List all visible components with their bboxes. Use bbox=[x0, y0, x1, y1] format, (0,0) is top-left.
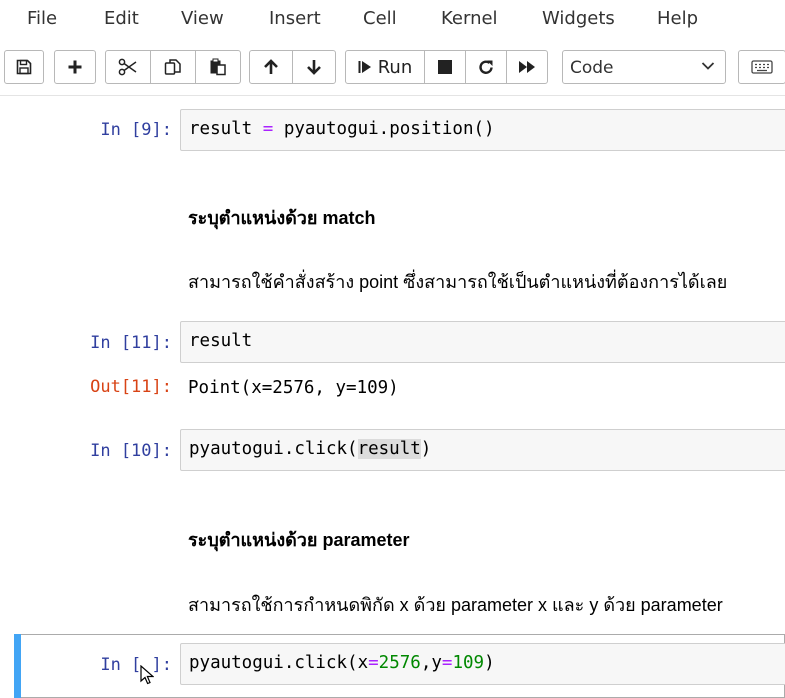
code-highlight: result bbox=[357, 439, 421, 459]
paste-icon bbox=[210, 58, 226, 76]
save-group bbox=[4, 50, 44, 84]
code-token: pyautogui.position() bbox=[273, 119, 495, 139]
menu-file[interactable]: File bbox=[27, 8, 57, 29]
edit-group bbox=[105, 50, 241, 84]
cell-type-value: Code bbox=[570, 58, 614, 78]
cell-4-input[interactable]: pyautogui.click(x=2576,y=109) bbox=[180, 643, 785, 685]
code-token: pyautogui.click(x bbox=[189, 653, 369, 673]
code-operator: = bbox=[262, 119, 274, 139]
command-palette-button[interactable] bbox=[738, 50, 785, 84]
menu-bar: File Edit View Insert Cell Kernel Widget… bbox=[0, 0, 785, 38]
cell-1-input[interactable]: result = pyautogui.position() bbox=[180, 109, 785, 151]
menu-view[interactable]: View bbox=[181, 8, 224, 29]
save-button[interactable] bbox=[4, 50, 44, 84]
menu-kernel[interactable]: Kernel bbox=[441, 8, 498, 29]
cut-icon bbox=[118, 58, 137, 76]
code-operator: = bbox=[368, 653, 379, 673]
cell-2-code: result bbox=[189, 331, 253, 351]
markdown-heading: ระบุตำแหน่งด้วย match bbox=[188, 208, 376, 228]
move-group bbox=[249, 50, 336, 84]
paste-button[interactable] bbox=[195, 50, 241, 84]
code-number: 109 bbox=[452, 653, 485, 673]
insert-cell-button[interactable] bbox=[54, 50, 96, 84]
selected-cell-indicator bbox=[14, 634, 21, 698]
stop-icon bbox=[438, 60, 452, 74]
run-group: Run bbox=[345, 50, 548, 84]
cell-3-input[interactable]: pyautogui.click(result) bbox=[180, 429, 785, 471]
cell-3-code: pyautogui.click(result) bbox=[189, 439, 431, 459]
cell-1-code: result = pyautogui.position() bbox=[189, 119, 495, 139]
save-icon bbox=[16, 59, 32, 75]
cell-2-prompt: In [11]: bbox=[90, 333, 172, 353]
move-up-button[interactable] bbox=[249, 50, 293, 84]
run-button[interactable]: Run bbox=[345, 50, 425, 84]
move-down-button[interactable] bbox=[292, 50, 336, 84]
code-token: ) bbox=[484, 653, 495, 673]
code-token: result bbox=[189, 119, 263, 139]
markdown-paragraph: สามารถใช้คำสั่งสร้าง point ซึ่งสามารถใช้… bbox=[188, 272, 728, 292]
cell-2-output-prompt: Out[11]: bbox=[90, 377, 172, 397]
cell-1-prompt: In [9]: bbox=[100, 120, 172, 140]
interrupt-button[interactable] bbox=[424, 50, 466, 84]
markdown-heading: ระบุตำแหน่งด้วย parameter bbox=[188, 530, 410, 550]
mouse-cursor-icon bbox=[140, 665, 154, 685]
run-label: Run bbox=[377, 56, 413, 78]
arrow-up-icon bbox=[264, 59, 278, 74]
cut-button[interactable] bbox=[105, 50, 151, 84]
code-number: 2576 bbox=[378, 653, 421, 673]
menu-widgets[interactable]: Widgets bbox=[542, 8, 615, 29]
code-operator: = bbox=[441, 653, 453, 673]
run-all-button[interactable] bbox=[506, 50, 548, 84]
menu-help[interactable]: Help bbox=[657, 8, 698, 29]
cell-2-output: Point(x=2576, y=109) bbox=[188, 378, 399, 398]
cell-4-code: pyautogui.click(x=2576,y=109) bbox=[189, 653, 495, 673]
menu-cell[interactable]: Cell bbox=[363, 8, 397, 29]
menu-insert[interactable]: Insert bbox=[269, 8, 321, 29]
menu-edit[interactable]: Edit bbox=[104, 8, 139, 29]
code-token: ,y bbox=[420, 653, 442, 673]
code-token: pyautogui.click( bbox=[189, 439, 358, 459]
run-icon bbox=[358, 61, 371, 73]
plus-icon bbox=[68, 60, 82, 74]
restart-icon bbox=[479, 60, 493, 74]
cell-2-input[interactable]: result bbox=[180, 321, 785, 363]
arrow-down-icon bbox=[307, 60, 321, 75]
copy-icon bbox=[164, 59, 181, 75]
fast-forward-icon bbox=[519, 61, 535, 73]
cell-type-select[interactable]: Code bbox=[562, 50, 726, 84]
chevron-down-icon bbox=[701, 62, 715, 70]
cell-3-prompt: In [10]: bbox=[90, 441, 172, 461]
markdown-paragraph: สามารถใช้การกำหนดพิกัด x ด้วย parameter … bbox=[188, 595, 723, 615]
keyboard-icon bbox=[751, 60, 773, 74]
copy-button[interactable] bbox=[150, 50, 196, 84]
insert-group bbox=[54, 50, 96, 84]
cell-4-prompt: In [ ]: bbox=[100, 655, 172, 675]
code-token: ) bbox=[420, 439, 432, 459]
toolbar: Run Code bbox=[0, 38, 785, 96]
restart-button[interactable] bbox=[465, 50, 507, 84]
notebook-container: In [9]: result = pyautogui.position() ระ… bbox=[0, 97, 785, 698]
